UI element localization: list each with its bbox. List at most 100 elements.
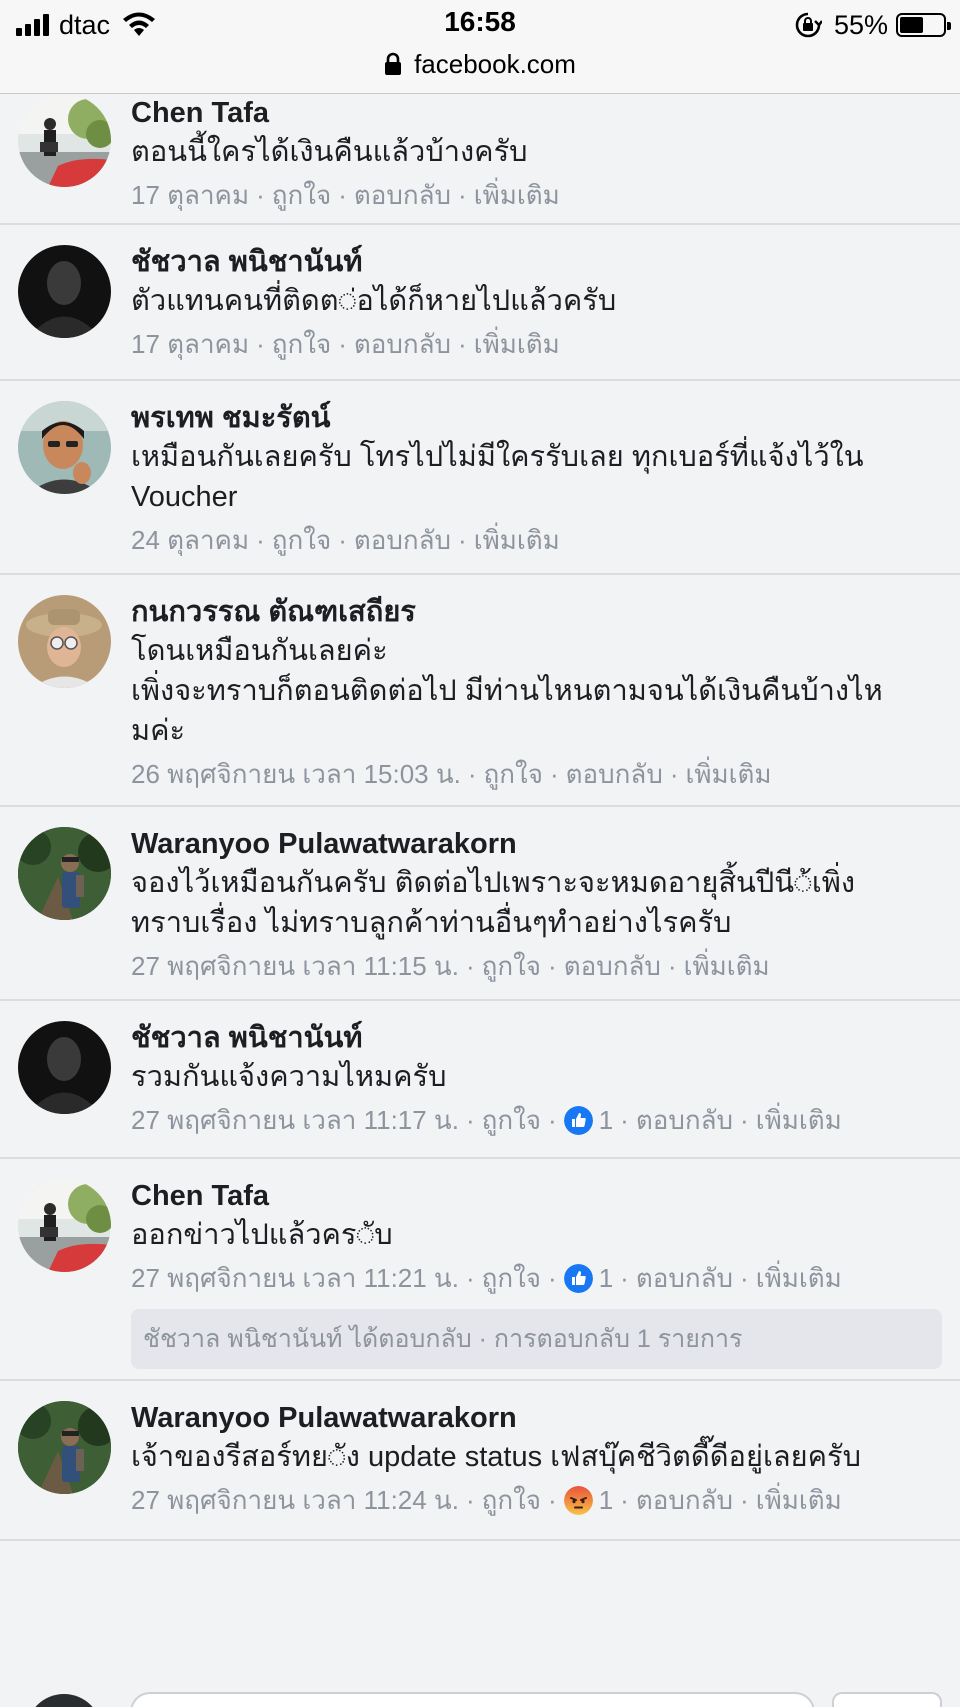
comment-timestamp[interactable]: 24 ตุลาคม: [131, 523, 249, 557]
battery-percentage: 55%: [833, 9, 888, 40]
meta-separator: ·: [620, 1263, 629, 1293]
hat-avatar[interactable]: [18, 595, 111, 688]
comment: ชัชวาล พนิชานันท์ตัวแทนคนที่ติดต◌่อได้ก็…: [0, 225, 960, 381]
portrait-avatar[interactable]: [18, 401, 111, 494]
comment-text-line: ตัวแทนคนที่ติดต◌่อได้ก็หายไปแล้วครับ: [131, 285, 617, 317]
comment-author[interactable]: Chen Tafa: [131, 1177, 942, 1215]
comment-text: ตัวแทนคนที่ติดต◌่อได้ก็หายไปแล้วครับ: [131, 281, 942, 321]
reaction-count[interactable]: 1: [563, 1261, 614, 1295]
comment-author[interactable]: Waranyoo Pulawatwarakorn: [131, 825, 942, 863]
comment-timestamp[interactable]: 27 พฤศจิกายน เวลา 11:15 น.: [131, 949, 459, 983]
comment-text-line: จองไว้เหมือนกันครับ ติดต่อไปเพราะจะหมดอา…: [131, 867, 856, 899]
padlock-icon: [385, 52, 402, 75]
angry-face-icon: [563, 1485, 593, 1515]
more-link[interactable]: เพิ่มเติม: [474, 327, 560, 361]
meta-separator: ·: [548, 1263, 557, 1293]
comment-text-line: โดนเหมือนกันเลยค่ะ: [131, 635, 388, 667]
comment-timestamp[interactable]: 26 พฤศจิกายน เวลา 15:03 น.: [131, 757, 461, 791]
comment-text: เหมือนกันเลยครับ โทรไปไม่มีใครรับเลย ทุก…: [131, 437, 942, 517]
reaction-count[interactable]: 1: [563, 1483, 613, 1517]
comment: Chen Tafa ตอนนี้ใครได้เงินคืนแล้วบ้างครับ…: [0, 94, 960, 225]
reply-link[interactable]: ตอบกลับ: [564, 949, 661, 983]
reply-link[interactable]: ตอบกลับ: [354, 523, 451, 557]
view-replies-button[interactable]: ชัชวาล พนิชานันท์ ได้ตอบกลับ · การตอบกลั…: [131, 1309, 942, 1369]
forest-avatar[interactable]: [18, 827, 111, 920]
more-link[interactable]: เพิ่มเติม: [756, 1483, 842, 1517]
post-button[interactable]: [832, 1692, 942, 1707]
battery-tip: [947, 22, 951, 30]
meta-separator: ·: [256, 180, 265, 210]
like-link[interactable]: ถูกใจ: [272, 327, 331, 361]
comment-body: ชัชวาล พนิชานันท์ตัวแทนคนที่ติดต◌่อได้ก็…: [131, 243, 942, 361]
thumbs-up-icon: [563, 1105, 593, 1135]
reply-link[interactable]: ตอบกลับ: [354, 327, 451, 361]
rotation-lock-icon: [795, 12, 822, 38]
comment-text-line: เพิ่งจะทราบก็ตอนติดต่อไป มีท่านไหนตามจนไ…: [131, 675, 883, 707]
comment-input[interactable]: [130, 1692, 815, 1707]
reply-link[interactable]: ตอบกลับ: [636, 1103, 733, 1137]
like-link[interactable]: ถูกใจ: [272, 523, 331, 557]
reply-link[interactable]: ตอบกลับ: [636, 1261, 733, 1295]
comment-timestamp[interactable]: 17 ตุลาคม: [131, 178, 249, 212]
meta-separator: ·: [458, 525, 467, 555]
comment-text-line: Voucher: [131, 481, 238, 513]
comment-body: กนกวรรณ ตัณฑเสถียรโดนเหมือนกันเลยค่ะเพิ่…: [131, 593, 942, 791]
reaction-number: 1: [598, 1263, 614, 1293]
meta-separator: ·: [338, 329, 347, 359]
more-link[interactable]: เพิ่มเติม: [474, 523, 560, 557]
reply-link[interactable]: ตอบกลับ: [636, 1483, 733, 1517]
like-link[interactable]: ถูกใจ: [482, 949, 541, 983]
comment-meta: 17 ตุลาคม · ถูกใจ · ตอบกลับ · เพิ่มเติม: [131, 327, 942, 361]
meta-separator: ·: [740, 1263, 749, 1293]
comment-timestamp[interactable]: 27 พฤศจิกายน เวลา 11:24 น.: [131, 1483, 459, 1517]
url-text: facebook.com: [414, 48, 576, 79]
comment-text: ออกข่าวไปแล้วคร◌ับ: [131, 1215, 942, 1255]
more-link[interactable]: เพิ่มเติม: [474, 178, 560, 212]
comment-text-line: ออกข่าวไปแล้วคร◌ับ: [131, 1219, 393, 1251]
comment-timestamp[interactable]: 27 พฤศจิกายน เวลา 11:17 น.: [131, 1103, 459, 1137]
status-right: 55%: [794, 8, 951, 42]
comment-author[interactable]: กนกวรรณ ตัณฑเสถียร: [131, 593, 942, 631]
meta-separator: ·: [548, 1485, 557, 1515]
comment-author[interactable]: Waranyoo Pulawatwarakorn: [131, 1399, 942, 1437]
comment-composer: [0, 1688, 960, 1707]
like-link[interactable]: ถูกใจ: [482, 1261, 541, 1295]
like-link[interactable]: ถูกใจ: [272, 178, 331, 212]
meta-separator: ·: [256, 329, 265, 359]
more-link[interactable]: เพิ่มเติม: [684, 949, 770, 983]
forest-avatar[interactable]: [18, 1401, 111, 1494]
meta-separator: ·: [548, 1105, 557, 1135]
like-link[interactable]: ถูกใจ: [484, 757, 543, 791]
comment-timestamp[interactable]: 27 พฤศจิกายน เวลา 11:21 น.: [131, 1261, 459, 1295]
reply-link[interactable]: ตอบกลับ: [354, 178, 451, 212]
comment-body: Waranyoo Pulawatwarakorn เจ้าของรีสอร์ทย◌…: [131, 1399, 942, 1517]
street-photo-avatar[interactable]: [18, 1179, 111, 1272]
more-link[interactable]: เพิ่มเติม: [756, 1261, 842, 1295]
meta-separator: ·: [620, 1485, 629, 1515]
reply-link[interactable]: ตอบกลับ: [566, 757, 663, 791]
comment-author[interactable]: พรเทพ ชมะรัตน์: [131, 399, 942, 437]
silhouette-avatar[interactable]: [18, 1021, 111, 1114]
comment-meta: 27 พฤศจิกายน เวลา 11:17 น. · ถูกใจ · 1 · ตอบกล…: [131, 1103, 942, 1137]
meta-separator: ·: [620, 1105, 629, 1135]
reaction-count[interactable]: 1: [563, 1103, 613, 1137]
meta-separator: ·: [548, 951, 557, 981]
comment-author[interactable]: ชัชวาล พนิชานันท์: [131, 1019, 942, 1057]
comment-text-line: มค่ะ: [131, 715, 186, 747]
comment: Chen Tafa ออกข่าวไปแล้วคร◌ับ 27 พฤศจิกายน …: [0, 1159, 960, 1381]
comment-body: Chen Tafa ตอนนี้ใครได้เงินคืนแล้วบ้างครับ…: [131, 94, 942, 212]
comment-author[interactable]: ชัชวาล พนิชานันท์: [131, 243, 942, 281]
like-link[interactable]: ถูกใจ: [482, 1103, 541, 1137]
comment-timestamp[interactable]: 17 ตุลาคม: [131, 327, 249, 361]
url-bar[interactable]: facebook.com: [0, 46, 960, 82]
street-photo-avatar[interactable]: [18, 94, 111, 187]
like-link[interactable]: ถูกใจ: [482, 1483, 541, 1517]
comment-text-line: ตอนนี้ใครได้เงินคืนแล้วบ้างครับ: [131, 136, 528, 168]
silhouette-avatar[interactable]: [18, 245, 111, 338]
comment-author[interactable]: Chen Tafa: [131, 94, 942, 132]
comment-body: Waranyoo Pulawatwarakorn จองไว้เหมือนกันค…: [131, 825, 942, 983]
more-link[interactable]: เพิ่มเติม: [686, 757, 772, 791]
more-link[interactable]: เพิ่มเติม: [756, 1103, 842, 1137]
composer-avatar: [26, 1694, 102, 1707]
meta-separator: ·: [669, 759, 679, 789]
